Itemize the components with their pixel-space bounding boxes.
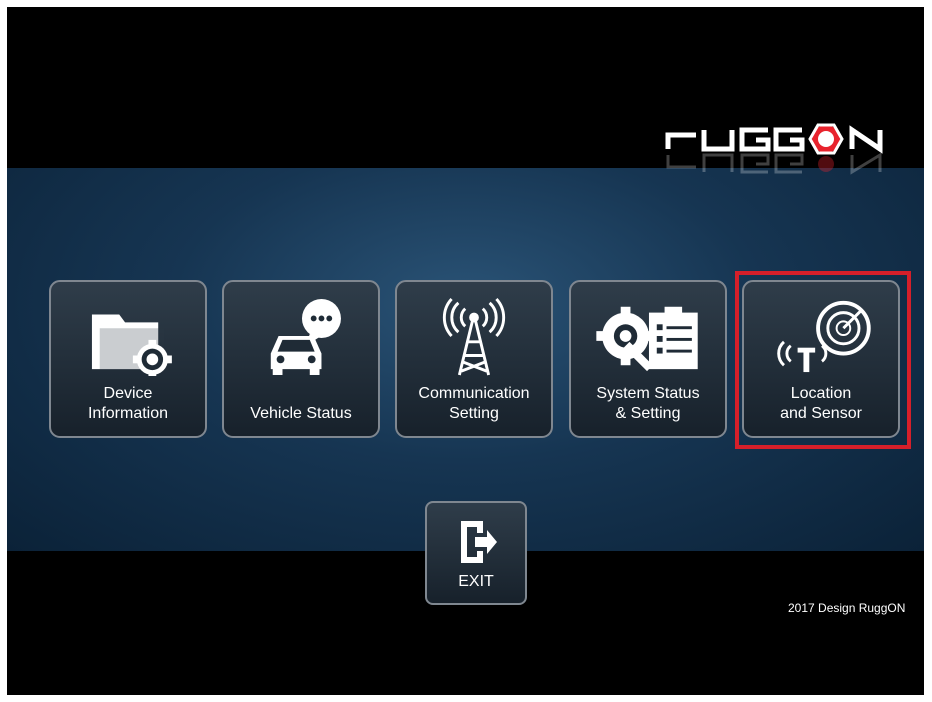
tile-label-line-1: System Status: [596, 385, 700, 402]
exit-label: EXIT: [458, 573, 494, 590]
device-information-tile[interactable]: Device Information: [49, 280, 207, 438]
tile-label: Vehicle Status: [250, 405, 352, 422]
tile-label-line-1: Device: [103, 385, 153, 402]
tile-label-line-2: Setting: [449, 405, 499, 422]
folder-gear-icon: [91, 314, 172, 376]
selection-highlight-frame: [735, 271, 911, 449]
app-screen: Device Information Vehicle Status Commun…: [7, 7, 924, 695]
antenna-tower-icon: [442, 297, 506, 376]
gears-clipboard-icon: [596, 306, 698, 372]
communication-setting-tile[interactable]: Communication Setting: [395, 280, 553, 438]
tile-label-line-1: Communication: [418, 385, 530, 402]
ruggon-logo: [665, 123, 883, 175]
tile-label-line-2: & Setting: [615, 405, 681, 422]
vehicle-status-tile[interactable]: Vehicle Status: [222, 280, 380, 438]
exit-icon: [461, 521, 497, 563]
copyright-text: 2017 Design RuggON: [788, 601, 906, 615]
system-status-setting-tile[interactable]: System Status & Setting: [569, 280, 727, 438]
tile-label-line-2: Information: [87, 405, 169, 422]
exit-button[interactable]: EXIT: [425, 501, 527, 605]
car-chat-icon: [270, 298, 341, 375]
